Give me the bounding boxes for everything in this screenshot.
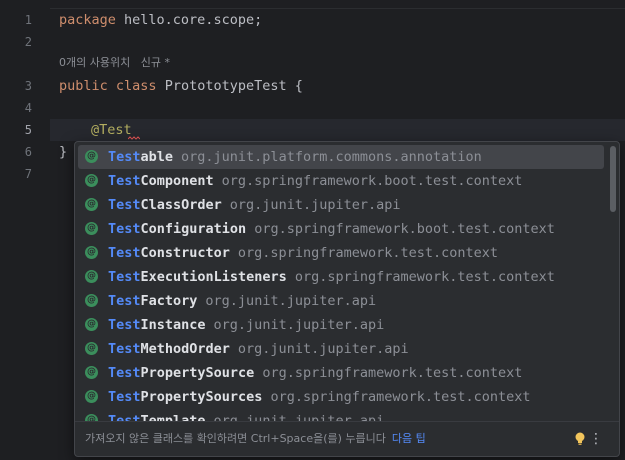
completion-package: org.junit.platform.commons.annotation xyxy=(181,149,482,165)
completion-package: org.springframework.test.context xyxy=(262,365,523,381)
keyword-package: package xyxy=(59,12,116,28)
package-name: hello.core.scope; xyxy=(115,12,263,28)
completion-package: org.junit.jupiter.api xyxy=(213,317,385,333)
completion-match: Test xyxy=(108,173,141,189)
annotation-icon: @ xyxy=(85,150,98,163)
completion-name: Instance xyxy=(140,317,206,333)
completion-name: Factory xyxy=(140,293,198,309)
annotation-text: @Test xyxy=(91,122,132,138)
line-number: 2 xyxy=(24,35,32,49)
annotation-icon: @ xyxy=(85,390,98,403)
completion-name: MethodOrder xyxy=(140,341,230,357)
completion-match: Test xyxy=(108,317,141,333)
close-brace: } xyxy=(59,144,68,160)
completion-name: ClassOrder xyxy=(140,197,222,213)
completion-package: org.springframework.boot.test.context xyxy=(221,173,523,189)
line-number: 3 xyxy=(24,79,32,93)
code-line-close-brace[interactable]: } xyxy=(59,141,67,163)
completion-scrollbar[interactable] xyxy=(610,146,616,212)
usage-inlay-hint[interactable]: 0개의 사용위치 신규 * xyxy=(59,55,170,71)
completion-name: PropertySources xyxy=(140,389,263,405)
completion-item[interactable]: @ TestFactory org.junit.jupiter.api xyxy=(78,289,604,313)
annotation-icon: @ xyxy=(85,342,98,355)
lightbulb-icon[interactable] xyxy=(575,432,585,446)
completion-match: Test xyxy=(108,269,141,285)
completion-package: org.springframework.boot.test.context xyxy=(254,221,555,237)
line-number-current: 5 xyxy=(24,123,32,137)
completion-package: org.springframework.test.context xyxy=(294,269,555,285)
completion-item[interactable]: @ TestComponent org.springframework.boot.t… xyxy=(78,169,604,193)
code-line-class-decl[interactable]: public class ProtototypeTest { xyxy=(59,75,303,97)
more-options-icon[interactable]: ⋮ xyxy=(589,422,603,456)
code-line-annotation[interactable]: @Test xyxy=(91,119,132,141)
line-number: 7 xyxy=(24,167,32,181)
completion-match: Test xyxy=(108,197,141,213)
completion-item[interactable]: @ TestPropertySources org.springframework.… xyxy=(78,385,604,409)
completion-name: Component xyxy=(140,173,214,189)
next-tip-link[interactable]: 다음 팁 xyxy=(392,432,426,445)
annotation-icon: @ xyxy=(85,174,98,187)
open-brace: { xyxy=(286,78,303,94)
annotation-icon: @ xyxy=(85,198,98,211)
completion-footer: 가져오지 않은 클래스를 확인하려면 Ctrl+Space을(를) 누릅니다 다음… xyxy=(75,421,619,456)
completion-item[interactable]: @ TestInstance org.junit.jupiter.api xyxy=(78,313,604,337)
annotation-icon: @ xyxy=(85,318,98,331)
line-number: 1 xyxy=(24,13,32,27)
completion-package: org.junit.jupiter.api xyxy=(237,341,409,357)
completion-list[interactable]: @ Testable org.junit.platform.commons.anno… xyxy=(75,145,607,422)
completion-popup[interactable]: @ Testable org.junit.platform.commons.anno… xyxy=(74,141,620,457)
annotation-icon: @ xyxy=(85,246,98,259)
completion-name: able xyxy=(140,149,174,165)
line-number: 4 xyxy=(24,101,32,115)
completion-item[interactable]: @ TestConstructor org.springframework.test… xyxy=(78,241,604,265)
completion-package: org.junit.jupiter.api xyxy=(205,293,377,309)
footer-tip-text: 가져오지 않은 클래스를 확인하려면 Ctrl+Space을(를) 누릅니다 xyxy=(85,432,386,445)
completion-match: Test xyxy=(108,341,141,357)
completion-match: Test xyxy=(108,245,141,261)
completion-match: Test xyxy=(108,293,141,309)
completion-name: PropertySource xyxy=(140,365,255,381)
annotation-icon: @ xyxy=(85,366,98,379)
completion-match: Test xyxy=(108,365,141,381)
completion-item[interactable]: @ Testable org.junit.platform.commons.anno… xyxy=(78,145,604,169)
error-squiggle xyxy=(128,136,140,140)
completion-item[interactable]: @ TestMethodOrder org.junit.jupiter.api xyxy=(78,337,604,361)
annotation-icon: @ xyxy=(85,222,98,235)
completion-match: Test xyxy=(108,149,141,165)
editor-top-border xyxy=(0,0,625,9)
keyword-public: public xyxy=(59,78,108,94)
completion-match: Test xyxy=(108,221,141,237)
completion-package: org.springframework.test.context xyxy=(237,245,499,261)
line-number: 6 xyxy=(24,145,32,159)
completion-name: Constructor xyxy=(140,245,230,261)
completion-item[interactable]: @ TestExecutionListeners org.springframewo… xyxy=(78,265,604,289)
completion-package: org.junit.jupiter.api xyxy=(229,197,401,213)
code-line-package[interactable]: package hello.core.scope; xyxy=(59,9,262,31)
completion-name: ExecutionListeners xyxy=(140,269,287,285)
completion-item[interactable]: @ TestConfiguration org.springframework.bo… xyxy=(78,217,604,241)
annotation-icon: @ xyxy=(85,270,98,283)
completion-package: org.springframework.test.context xyxy=(270,389,531,405)
completion-name: Configuration xyxy=(140,221,247,237)
line-number-gutter[interactable]: 1 2 3 4 5 6 7 xyxy=(0,0,50,460)
completion-item[interactable]: @ TestPropertySource org.springframework.t… xyxy=(78,361,604,385)
footer-tip: 가져오지 않은 클래스를 확인하려면 Ctrl+Space을(를) 누릅니다 다음… xyxy=(85,422,426,456)
keyword-class: class xyxy=(115,78,157,94)
class-name: ProtototypeTest xyxy=(164,78,287,94)
completion-match: Test xyxy=(108,389,141,405)
completion-item[interactable]: @ TestClassOrder org.junit.jupiter.api xyxy=(78,193,604,217)
annotation-icon: @ xyxy=(85,294,98,307)
